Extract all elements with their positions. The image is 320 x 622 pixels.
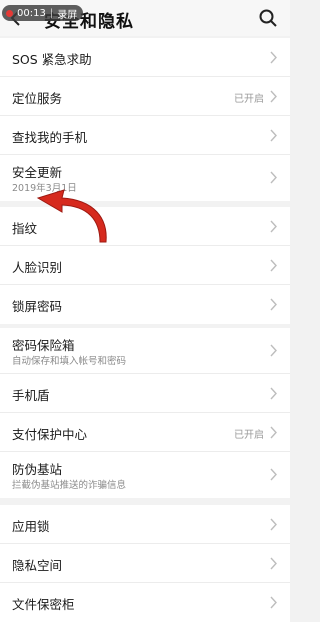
recording-dot-icon — [6, 9, 13, 17]
settings-row-payment-protection[interactable]: 支付保护中心 已开启 — [0, 413, 290, 452]
settings-row-sos[interactable]: SOS 紧急求助 — [0, 38, 290, 77]
chevron-right-icon — [270, 557, 277, 570]
row-label: 防伪基站 — [12, 462, 63, 477]
recording-label: 录屏 — [57, 9, 78, 21]
row-label: 安全更新 — [12, 165, 63, 180]
settings-row-password-vault[interactable]: 密码保险箱 自动保存和填入帐号和密码 — [0, 328, 290, 374]
settings-row-location[interactable]: 定位服务 已开启 — [0, 77, 290, 116]
header-bar: 安全和隐私 00:13 | 录屏 — [0, 0, 290, 36]
row-label: 文件保密柜 — [12, 597, 75, 612]
settings-group-protection: 密码保险箱 自动保存和填入帐号和密码 手机盾 支付保护中心 已开启 防伪基站 拦… — [0, 328, 290, 498]
settings-row-private-space[interactable]: 隐私空间 — [0, 544, 290, 583]
settings-row-lock-screen-password[interactable]: 锁屏密码 — [0, 285, 290, 324]
chevron-right-icon — [270, 259, 277, 272]
screen-recording-indicator: 00:13 | 录屏 — [2, 5, 84, 21]
row-label: 手机盾 — [12, 388, 50, 403]
row-subtitle: 拦截伪基站推送的诈骗信息 — [12, 480, 127, 491]
chevron-right-icon — [270, 518, 277, 531]
row-label: 隐私空间 — [12, 558, 63, 573]
chevron-right-icon — [270, 426, 277, 439]
chevron-right-icon — [270, 51, 277, 64]
status-text: 已开启 — [234, 430, 264, 441]
row-label: 密码保险箱 — [12, 338, 75, 353]
settings-group-general: SOS 紧急求助 定位服务 已开启 查找我的手机 安全更新 2019年3月1日 — [0, 38, 290, 201]
chevron-right-icon — [270, 298, 277, 311]
row-label: 指纹 — [12, 221, 38, 236]
chevron-right-icon — [270, 90, 277, 103]
settings-row-file-safe[interactable]: 文件保密柜 — [0, 583, 290, 622]
settings-row-find-my-phone[interactable]: 查找我的手机 — [0, 116, 290, 155]
chevron-right-icon — [270, 171, 277, 184]
settings-row-app-lock[interactable]: 应用锁 — [0, 505, 290, 544]
chevron-right-icon — [270, 129, 277, 142]
row-label: SOS 紧急求助 — [12, 52, 92, 67]
annotation-arrow-icon — [36, 189, 107, 243]
recording-time: 00:13 — [17, 7, 46, 19]
row-label: 查找我的手机 — [12, 130, 88, 145]
row-label: 应用锁 — [12, 519, 50, 534]
row-label: 人脸识别 — [12, 260, 63, 275]
row-label: 锁屏密码 — [12, 299, 63, 314]
chevron-right-icon — [270, 596, 277, 609]
row-subtitle: 自动保存和填入帐号和密码 — [12, 356, 127, 367]
settings-row-fake-base-station[interactable]: 防伪基站 拦截伪基站推送的诈骗信息 — [0, 452, 290, 498]
settings-row-face-recognition[interactable]: 人脸识别 — [0, 246, 290, 285]
chevron-right-icon — [270, 344, 277, 357]
status-text: 已开启 — [234, 94, 264, 105]
settings-row-phone-shield[interactable]: 手机盾 — [0, 374, 290, 413]
chevron-right-icon — [270, 468, 277, 481]
row-label: 支付保护中心 — [12, 427, 88, 442]
search-icon[interactable] — [258, 8, 278, 28]
pill-separator: | — [49, 7, 54, 19]
settings-group-privacy: 应用锁 隐私空间 文件保密柜 — [0, 505, 290, 622]
chevron-right-icon — [270, 387, 277, 400]
row-label: 定位服务 — [12, 91, 63, 106]
chevron-right-icon — [270, 220, 277, 233]
